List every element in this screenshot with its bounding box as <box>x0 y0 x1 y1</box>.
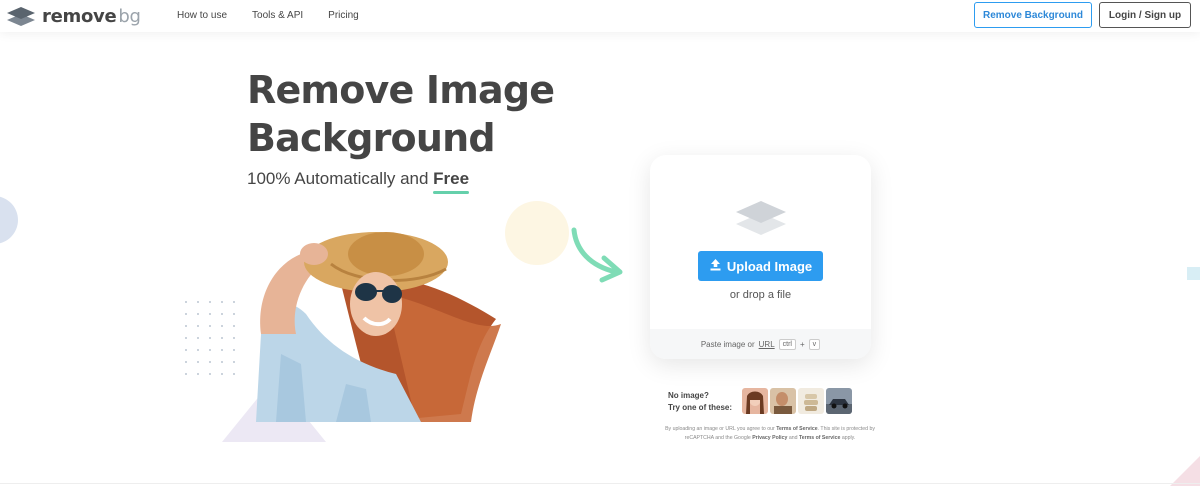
logo-text: remove bg <box>42 5 141 27</box>
upload-icon <box>709 258 722 274</box>
logo-layers-icon <box>6 5 36 27</box>
privacy-policy-link[interactable]: Privacy Policy <box>752 435 787 441</box>
layers-icon <box>735 199 787 242</box>
site-header: remove bg How to use Tools & API Pricing … <box>0 0 1200 32</box>
sample-image-car[interactable] <box>826 388 852 414</box>
page-title: Remove Image Background <box>247 66 577 162</box>
terms-text-3: and <box>787 435 799 441</box>
paste-text: Paste image or <box>700 339 755 349</box>
hero-subtitle: 100% Automatically and Free <box>247 169 469 189</box>
nav-how-to-use[interactable]: How to use <box>177 10 227 21</box>
drop-file-text: or drop a file <box>729 289 792 301</box>
hero-photo-woman-hat <box>246 224 511 422</box>
upload-image-button[interactable]: Upload Image <box>698 251 823 281</box>
key-plus: + <box>800 339 805 349</box>
paste-url-link[interactable]: URL <box>759 340 775 349</box>
arrow-icon <box>568 226 628 289</box>
logo[interactable]: remove bg <box>6 5 141 27</box>
section-divider <box>0 483 1200 484</box>
decorative-circle-left <box>0 196 18 244</box>
terms-text-1: By uploading an image or URL you agree t… <box>665 426 777 432</box>
decorative-dot-grid <box>180 296 242 384</box>
title-line-1: Remove Image <box>247 68 555 112</box>
subtitle-free: Free <box>433 169 470 188</box>
no-image-line-1: No image? <box>668 391 709 400</box>
no-image-line-2: Try one of these: <box>668 403 733 412</box>
terms-of-service-link[interactable]: Terms of Service <box>776 426 817 432</box>
nav-pricing[interactable]: Pricing <box>328 10 359 21</box>
remove-background-button[interactable]: Remove Background <box>974 2 1092 28</box>
subtitle-text: 100% Automatically and <box>247 169 434 188</box>
decorative-circle-yellow <box>505 201 569 265</box>
upload-button-label: Upload Image <box>726 258 813 274</box>
terms-text-4: apply. <box>840 435 856 441</box>
key-v: v <box>808 338 821 350</box>
key-ctrl: ctrl <box>778 338 796 350</box>
google-terms-link[interactable]: Terms of Service <box>799 435 840 441</box>
login-signup-button[interactable]: Login / Sign up <box>1099 2 1191 28</box>
sample-image-person[interactable] <box>770 388 796 414</box>
sample-image-product[interactable] <box>798 388 824 414</box>
no-image-label: No image? Try one of these: <box>668 390 732 414</box>
decorative-corner-shape <box>1170 456 1200 486</box>
sample-image-woman[interactable] <box>742 388 768 414</box>
paste-hint: Paste image or URL ctrl + v <box>650 329 871 359</box>
nav-tools-api[interactable]: Tools & API <box>252 10 303 21</box>
upload-card[interactable]: Upload Image or drop a file Paste image … <box>650 155 871 359</box>
decorative-square-right <box>1187 267 1200 280</box>
terms-notice: By uploading an image or URL you agree t… <box>652 425 888 443</box>
sample-images <box>742 388 852 414</box>
title-line-2: Background <box>247 116 496 160</box>
main-nav: How to use Tools & API Pricing <box>177 10 359 21</box>
